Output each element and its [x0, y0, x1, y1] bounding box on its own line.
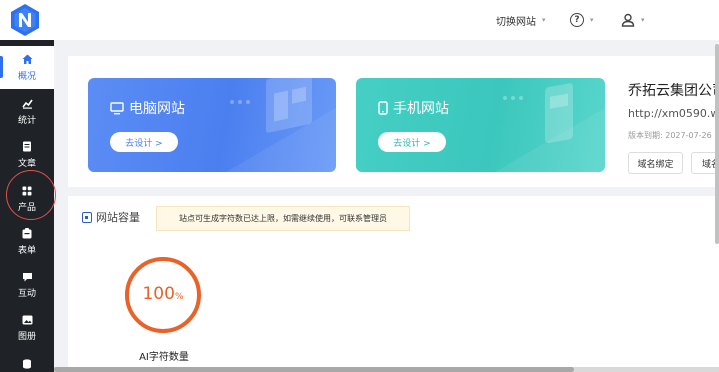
- gauge-unit: %: [174, 292, 184, 302]
- pc-design-button[interactable]: 去设计 >: [110, 132, 178, 152]
- mobile-illustration: [495, 83, 605, 172]
- sidebar-item-label: 统计: [17, 115, 36, 126]
- help-icon: ?: [570, 13, 584, 27]
- capacity-notice: 站点可生成字符数已达上限，如需继续使用，可联系管理员: [156, 206, 410, 231]
- pc-site-card[interactable]: 电脑网站 去设计 >: [88, 78, 336, 172]
- gauge-number: 100: [142, 284, 175, 304]
- switch-site-label: 切换网站: [496, 16, 536, 28]
- capacity-title: 网站容量: [82, 209, 140, 225]
- chat-icon: [22, 271, 33, 283]
- sidebar-item-forms[interactable]: 表单: [0, 220, 54, 263]
- form-icon: [22, 228, 32, 240]
- switch-site-dropdown[interactable]: 切换网站 ▾: [496, 0, 546, 40]
- gauge-value: 100%: [124, 284, 202, 304]
- capacity-title-text: 网站容量: [96, 211, 140, 224]
- domain-bind-button[interactable]: 域名绑定: [628, 152, 683, 174]
- database-icon: [22, 358, 32, 369]
- sidebar-item-label: 图册: [17, 331, 36, 342]
- logo-n-icon[interactable]: [8, 3, 42, 37]
- horizontal-scrollbar[interactable]: [54, 367, 719, 372]
- mobile-site-title-text: 手机网站: [393, 101, 449, 117]
- monitor-icon: [110, 101, 124, 114]
- article-icon: [22, 141, 32, 153]
- vertical-scrollbar[interactable]: [715, 44, 719, 244]
- sidebar-item-label: 概况: [17, 71, 36, 82]
- home-icon: [22, 54, 33, 66]
- user-icon: [621, 13, 635, 27]
- stats-icon: [21, 98, 33, 110]
- sidebar-item-label: 互动: [17, 288, 36, 299]
- mobile-site-title: 手机网站: [378, 98, 449, 118]
- user-dropdown[interactable]: ▾: [621, 0, 645, 40]
- phone-icon: [378, 101, 388, 115]
- sidebar-item-label: 文章: [17, 158, 36, 169]
- horizontal-scrollbar-thumb[interactable]: [54, 367, 574, 372]
- sidebar-item-album[interactable]: 图册: [0, 306, 54, 349]
- chevron-down-icon: ▾: [641, 16, 645, 24]
- pc-site-title: 电脑网站: [110, 98, 185, 118]
- sidebar-item-stats[interactable]: 统计: [0, 90, 54, 133]
- pc-site-title-text: 电脑网站: [129, 101, 185, 117]
- help-dropdown[interactable]: ? ▾: [570, 0, 594, 40]
- site-url[interactable]: http://xm0590.wo: [628, 107, 719, 120]
- sidebar-item-label: 表单: [17, 245, 36, 256]
- site-expiry: 版本到期: 2027-07-26: [628, 131, 712, 140]
- album-icon: [22, 314, 33, 326]
- highlight-circle: [6, 170, 56, 220]
- pc-illustration: [226, 78, 336, 172]
- sidebar-item-more[interactable]: [0, 350, 54, 372]
- gauge-label: AI字符数量: [139, 352, 189, 363]
- site-name: 乔拓云集团公司: [628, 83, 719, 99]
- sidebar-item-interaction[interactable]: 互动: [0, 263, 54, 306]
- mobile-site-card[interactable]: 手机网站 去设计 >: [356, 78, 605, 172]
- capacity-icon: [82, 211, 92, 223]
- mobile-design-button[interactable]: 去设计 >: [378, 132, 446, 152]
- chevron-down-icon: ▾: [542, 16, 546, 24]
- sidebar-item-overview[interactable]: 概况: [0, 46, 54, 89]
- top-bar: 切换网站 ▾ ? ▾ ▾: [0, 0, 719, 40]
- chevron-down-icon: ▾: [590, 16, 594, 24]
